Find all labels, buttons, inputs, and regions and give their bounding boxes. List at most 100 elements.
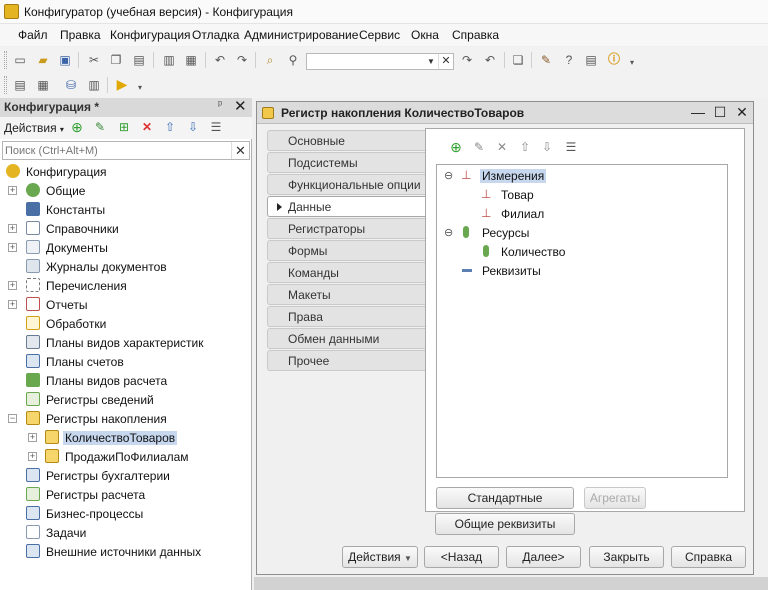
tab-formy[interactable]: Формы xyxy=(267,240,425,261)
open-folder-icon[interactable]: ▰ xyxy=(35,52,51,68)
footer-actions-button[interactable]: Действия ▼ xyxy=(342,546,418,568)
tab-komandy[interactable]: Команды xyxy=(267,262,425,283)
copy-icon[interactable]: ❐ xyxy=(108,52,124,68)
add-icon[interactable]: ⊕ xyxy=(69,119,85,135)
tree-item-filial[interactable]: ⊥ Филиал xyxy=(437,204,727,223)
back-button[interactable]: <Назад xyxy=(424,546,499,568)
toolbar-more-icon[interactable]: ▾ xyxy=(624,55,640,71)
expand-icon[interactable]: + xyxy=(8,243,17,252)
tree-item-accumulation-registers[interactable]: − Регистры накопления xyxy=(0,409,250,428)
print-icon[interactable]: ▥ xyxy=(161,52,177,68)
tree-item-prodazhi-po-filialam[interactable]: + ПродажиПоФилиалам xyxy=(0,447,250,466)
expand-icon[interactable]: + xyxy=(8,300,17,309)
move-up-icon[interactable]: ⇧ xyxy=(517,139,533,155)
tree-item-configuration[interactable]: Конфигурация xyxy=(0,162,250,181)
clear-search-icon[interactable]: ✕ xyxy=(231,142,249,159)
tree-item-business-processes[interactable]: Бизнес-процессы xyxy=(0,504,250,523)
tree-item-chart-of-calculation-types[interactable]: Планы видов расчета xyxy=(0,371,250,390)
tree-item-information-registers[interactable]: Регистры сведений xyxy=(0,390,250,409)
edit-icon[interactable]: ✎ xyxy=(471,139,487,155)
standard-attributes-button[interactable]: Стандартные реквизиты xyxy=(436,487,574,525)
tree-item-documents[interactable]: + Документы xyxy=(0,238,250,257)
sort-list-icon[interactable]: ☰ xyxy=(208,119,224,135)
expand-icon[interactable]: + xyxy=(28,433,37,442)
tree-item-enums[interactable]: + Перечисления xyxy=(0,276,250,295)
move-up-icon[interactable]: ⇧ xyxy=(162,119,178,135)
paste-icon[interactable]: ▤ xyxy=(131,52,147,68)
tab-dannye[interactable]: Данные xyxy=(267,196,427,217)
save-icon[interactable]: ▣ xyxy=(57,52,73,68)
expand-icon[interactable]: + xyxy=(8,186,17,195)
clear-search-icon[interactable]: ✕ xyxy=(438,54,453,69)
tree-item-calculation-registers[interactable]: Регистры расчета xyxy=(0,485,250,504)
add-icon[interactable]: ⊕ xyxy=(448,139,464,155)
syntax-assistant-icon[interactable]: ✎ xyxy=(538,52,554,68)
tree-item-chart-of-accounts[interactable]: Планы счетов xyxy=(0,352,250,371)
tree-item-accounting-registers[interactable]: Регистры бухгалтерии xyxy=(0,466,250,485)
start-debugging-icon[interactable]: ▶ xyxy=(114,76,130,92)
redo-icon[interactable]: ↷ xyxy=(234,52,250,68)
find-next-icon[interactable]: ↷ xyxy=(459,52,475,68)
menu-help[interactable]: Справка xyxy=(452,28,499,42)
delete-icon[interactable]: ✕ xyxy=(494,139,510,155)
tree-item-data-processors[interactable]: Обработки xyxy=(0,314,250,333)
maximize-icon[interactable]: ☐ xyxy=(711,103,729,121)
aggregates-button[interactable]: Агрегаты xyxy=(584,487,646,509)
tree-item-chart-of-characteristic-types[interactable]: Планы видов характеристик xyxy=(0,333,250,352)
menu-file[interactable]: Файл xyxy=(18,28,48,42)
pin-icon[interactable]: ᵖ xyxy=(218,99,222,111)
minimize-icon[interactable]: — xyxy=(689,103,707,121)
tab-podsistemy[interactable]: Подсистемы xyxy=(267,152,425,173)
toolbar-grip[interactable] xyxy=(4,76,7,94)
tree-item-kolichestvo[interactable]: Количество xyxy=(437,242,727,261)
table-window-icon[interactable]: ▥ xyxy=(86,77,102,93)
copy-item-icon[interactable]: ⊞ xyxy=(116,119,132,135)
description-icon[interactable]: ▤ xyxy=(583,52,599,68)
info-icon[interactable]: ⓘ xyxy=(606,51,622,67)
tree-item-reports[interactable]: + Отчеты xyxy=(0,295,250,314)
tree-item-tovar[interactable]: ⊥ Товар xyxy=(437,185,727,204)
db-config-window-icon[interactable]: ▦ xyxy=(35,77,51,93)
context-help-icon[interactable]: ? xyxy=(561,52,577,68)
tree-item-catalogs[interactable]: + Справочники xyxy=(0,219,250,238)
update-db-icon[interactable]: ⛁ xyxy=(63,77,79,93)
delete-icon[interactable]: ✕ xyxy=(139,119,155,135)
tab-makety[interactable]: Макеты xyxy=(267,284,425,305)
tree-item-tasks[interactable]: Задачи xyxy=(0,523,250,542)
collapse-icon[interactable]: ⊖ xyxy=(444,226,453,239)
help-button[interactable]: Справка xyxy=(671,546,746,568)
menu-administration[interactable]: Администрирование xyxy=(244,28,358,42)
tree-item-izmereniya[interactable]: ⊖ ⊥ Измерения xyxy=(437,166,727,185)
find-previous-icon[interactable]: ↶ xyxy=(482,52,498,68)
find-in-files-icon[interactable]: ⌕ xyxy=(262,52,278,68)
toolbar-grip[interactable] xyxy=(4,51,7,69)
expand-icon[interactable]: + xyxy=(8,281,17,290)
toolbar-search-input[interactable]: ▼ ✕ xyxy=(306,53,454,70)
close-icon[interactable]: ✕ xyxy=(733,103,751,121)
tree-item-document-journals[interactable]: Журналы документов xyxy=(0,257,250,276)
tree-item-rekvizity[interactable]: Реквизиты xyxy=(437,261,727,280)
collapse-icon[interactable]: − xyxy=(8,414,17,423)
next-button[interactable]: Далее> xyxy=(506,546,581,568)
panel-search-input[interactable] xyxy=(5,143,231,158)
tab-prochee[interactable]: Прочее xyxy=(267,350,425,371)
toolbar-more-icon[interactable]: ▾ xyxy=(132,80,148,96)
close-button[interactable]: Закрыть xyxy=(589,546,664,568)
edit-icon[interactable]: ✎ xyxy=(92,119,108,135)
print-preview-icon[interactable]: ▦ xyxy=(183,52,199,68)
tree-item-kolichestvo-tovarov[interactable]: + КоличествоТоваров xyxy=(0,428,250,447)
close-icon[interactable]: ✕ xyxy=(234,97,247,115)
tab-registratory[interactable]: Регистраторы xyxy=(267,218,425,239)
collapse-icon[interactable]: ⊖ xyxy=(444,169,453,182)
undo-icon[interactable]: ↶ xyxy=(212,52,228,68)
tree-item-constants[interactable]: Константы xyxy=(0,200,250,219)
menu-debug[interactable]: Отладка xyxy=(192,28,239,42)
new-file-icon[interactable]: ▭ xyxy=(12,52,28,68)
sort-list-icon[interactable]: ☰ xyxy=(563,139,579,155)
tree-item-external-data-sources[interactable]: Внешние источники данных xyxy=(0,542,250,561)
config-window-icon[interactable]: ▤ xyxy=(12,77,28,93)
search-icon[interactable]: ⚲ xyxy=(285,52,301,68)
tab-osnovnye[interactable]: Основные xyxy=(267,130,425,151)
tab-prava[interactable]: Права xyxy=(267,306,425,327)
cut-icon[interactable]: ✂ xyxy=(86,52,102,68)
